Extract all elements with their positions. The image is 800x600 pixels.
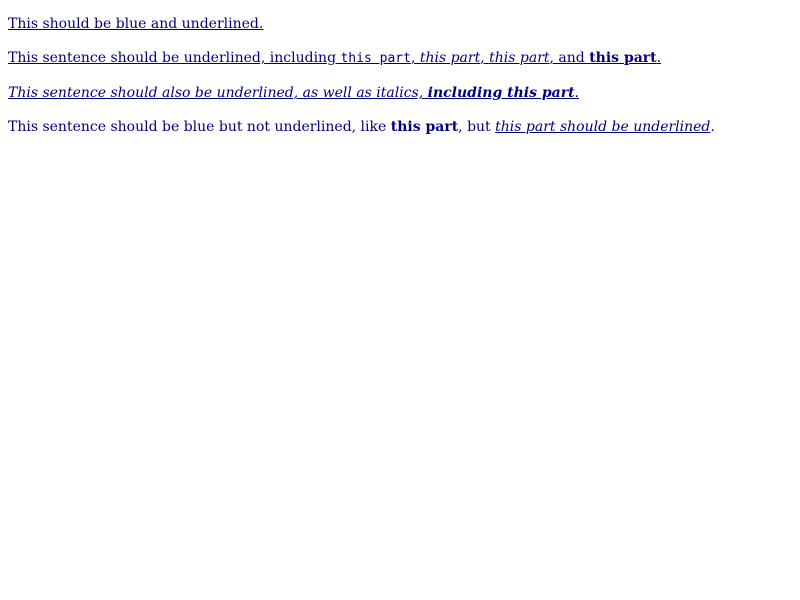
paragraph-blue-underlined: This should be blue and underlined. <box>8 14 792 34</box>
italic-part-2: this part <box>489 50 550 66</box>
text-segment: , and <box>549 50 590 66</box>
paragraph-underlined-including-parts: This sentence should be underlined, incl… <box>8 48 792 69</box>
paragraph-blue-not-underlined: This sentence should be blue but not und… <box>8 117 792 137</box>
italic-part: this part <box>419 50 481 66</box>
sentence-blue-underlined: This should be blue and underlined. <box>8 16 264 32</box>
text-segment: This sentence should be blue but not und… <box>8 119 391 135</box>
monospace-part: this part <box>340 51 411 66</box>
text-segment: , but <box>458 119 496 135</box>
text-segment: . <box>574 85 579 101</box>
text-segment: , <box>480 50 490 66</box>
text-segment: This sentence should be underlined, incl… <box>8 50 341 66</box>
text-segment: . <box>656 50 662 66</box>
bold-part: this part <box>390 119 459 135</box>
document-body: This should be blue and underlined. This… <box>0 0 800 600</box>
paragraph-underlined-italic: This sentence should also be underlined,… <box>8 83 792 103</box>
italic-sentence: This sentence should also be underlined,… <box>8 85 428 101</box>
bold-part: this part <box>589 50 657 66</box>
bold-italic-part: including this part <box>427 85 575 101</box>
text-segment: . <box>710 119 715 135</box>
italic-underlined-part: this part should be underlined <box>495 119 711 135</box>
text-segment: , <box>410 50 420 66</box>
